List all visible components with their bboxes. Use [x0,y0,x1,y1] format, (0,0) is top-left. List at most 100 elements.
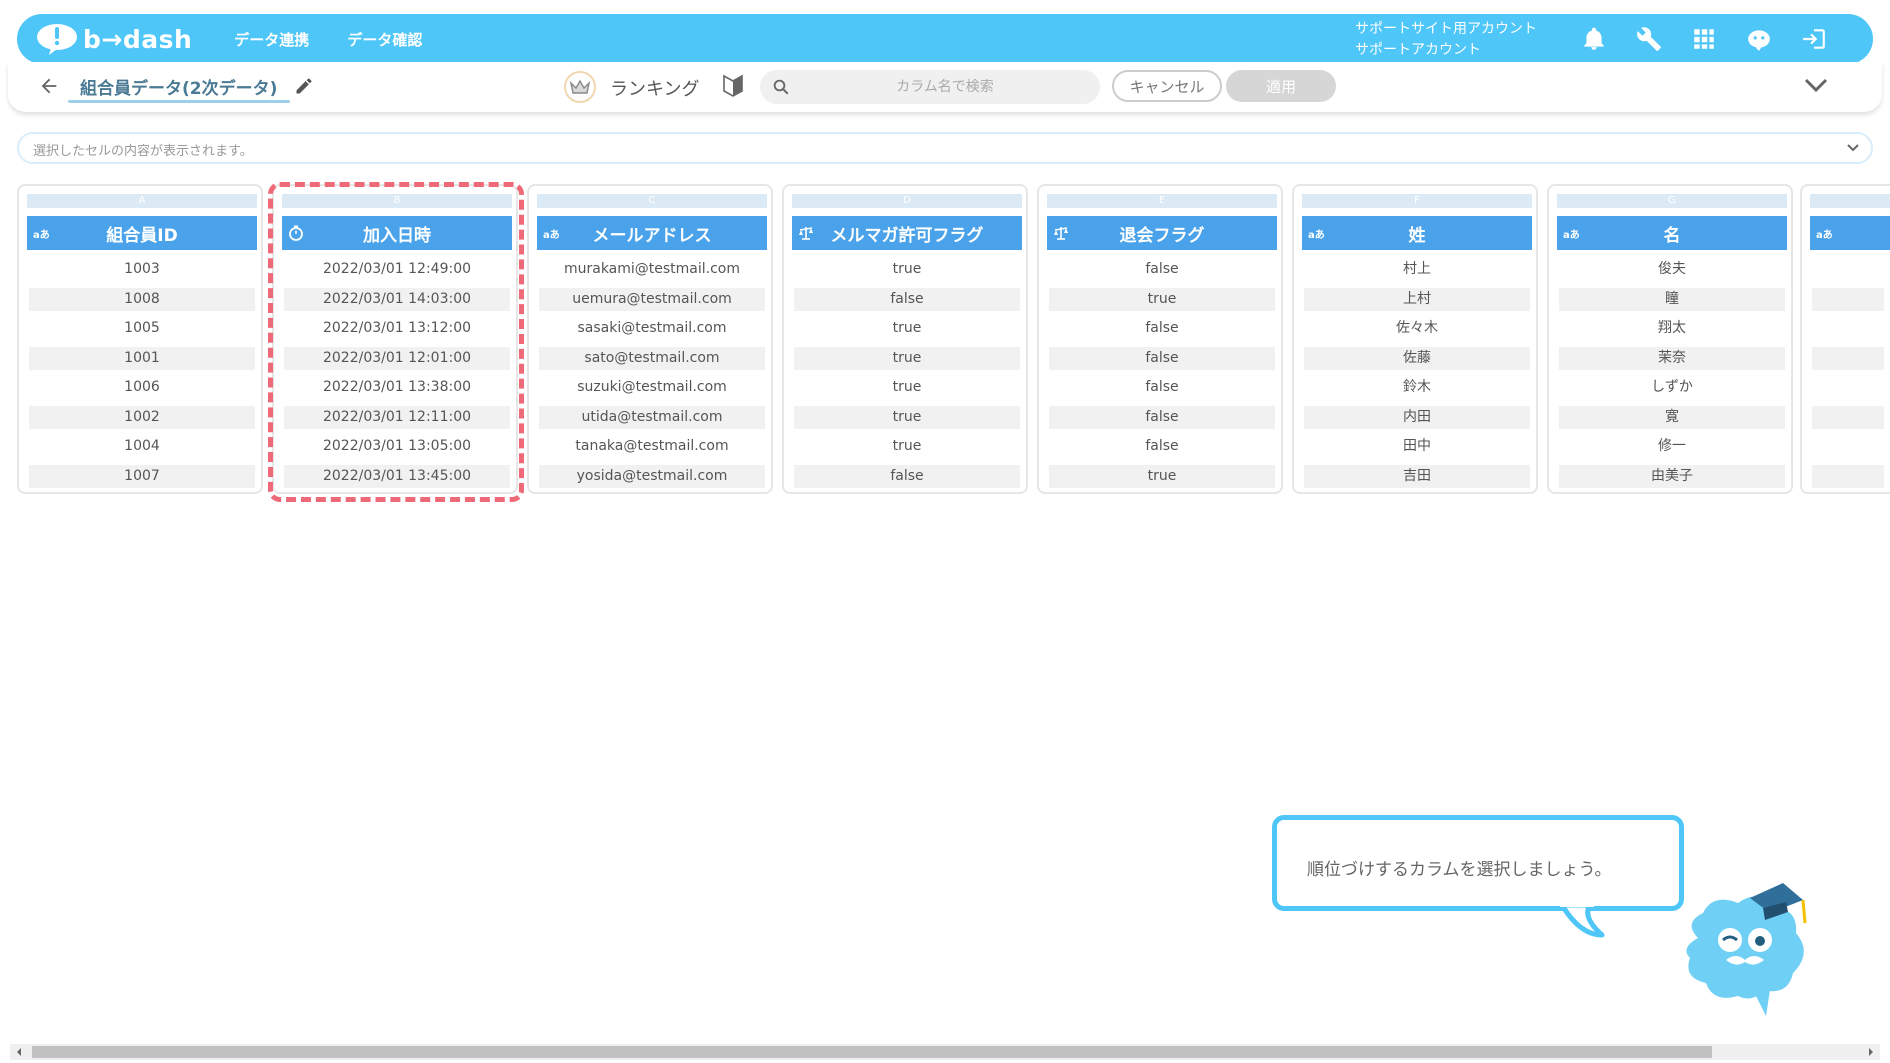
table-cell[interactable]: 俊夫 [1559,258,1785,281]
table-cell[interactable]: uemura@testmail.com [539,287,765,311]
table-cell[interactable]: 1001 [29,346,255,370]
column-card[interactable]: D メルマガ許可フラグ true false true true true true true f… [782,184,1028,494]
table-cell[interactable]: sato@testmail.com [539,346,765,370]
table-cell[interactable]: 由美子 [1559,464,1785,488]
table-cell[interactable]: 1003 [29,258,255,281]
scrollbar-thumb[interactable] [32,1046,1712,1058]
column-header[interactable]: aあ [1810,216,1890,250]
table-cell[interactable]: false [1049,317,1275,340]
table-cell[interactable]: false [794,464,1020,488]
column-header[interactable]: aあ メールアドレス [537,216,767,250]
table-cell[interactable]: false [1049,258,1275,281]
column-header[interactable]: 退会フラグ [1047,216,1277,250]
table-cell[interactable]: 翔太 [1559,317,1785,340]
dataset-name[interactable]: 組合員データ(2次データ) [80,74,277,99]
table-cell[interactable]: 佐々木 [1304,317,1530,340]
table-cell[interactable]: yosida@testmail.com [539,464,765,488]
column-letter: C [537,194,767,208]
scroll-right-arrow-icon[interactable] [1866,1047,1876,1057]
table-cell[interactable]: true [794,346,1020,370]
table-cell[interactable]: false [1049,346,1275,370]
table-cell[interactable]: 村上 [1304,258,1530,281]
table-cell[interactable]: 修一 [1559,435,1785,458]
column-card[interactable]: E 退会フラグ false true false false false false false… [1037,184,1283,494]
table-cell[interactable]: 2022/03/01 12:01:00 [284,346,510,370]
table-cell[interactable]: 茉奈 [1559,346,1785,370]
table-cell[interactable]: murakami@testmail.com [539,258,765,281]
table-cell[interactable]: sasaki@testmail.com [539,317,765,340]
wrench-icon[interactable] [1634,24,1664,54]
table-cell[interactable]: utida@testmail.com [539,405,765,429]
search-input[interactable] [800,70,1090,104]
table-cell[interactable]: 吉田 [1304,464,1530,488]
nav-data-check[interactable]: データ確認 [347,29,422,50]
table-cell[interactable]: 2022/03/01 13:45:00 [284,464,510,488]
column-card[interactable]: Gaあ 名俊夫瞳翔太 茉奈 しずか寛修一 由美子 [1547,184,1793,494]
column-card[interactable]: Caあ メールアドレス murakami@testmail.com uemura@te… [527,184,773,494]
logout-icon[interactable] [1799,24,1829,54]
column-card[interactable]: Faあ 姓村上 上村 佐々木 佐藤 鈴木 内田 田中 吉田 [1292,184,1538,494]
table-cell[interactable]: 鈴木 [1304,376,1530,399]
nav-data-integration[interactable]: データ連携 [234,29,309,50]
table-cell[interactable]: 瞳 [1559,287,1785,311]
table-cell[interactable]: true [794,405,1020,429]
table-cell[interactable]: 2022/03/01 14:03:00 [284,287,510,311]
table-cell[interactable]: true [1049,464,1275,488]
column-header[interactable]: aあ 姓 [1302,216,1532,250]
beginner-mark-icon[interactable] [722,74,744,98]
edit-pencil-icon[interactable] [294,76,314,96]
column-header[interactable]: aあ 組合員ID [27,216,257,250]
column-card[interactable]: Aaあ 組合員ID 1003 1008 1005 1001 1006 1002 1004 1007 [17,184,263,494]
mascot-icon[interactable] [1744,24,1774,54]
table-cell[interactable]: false [794,287,1020,311]
table-cell[interactable]: false [1049,405,1275,429]
table-cell[interactable]: 2022/03/01 13:38:00 [284,376,510,399]
table-cell[interactable]: 2022/03/01 12:49:00 [284,258,510,281]
account-info[interactable]: サポートサイト用アカウント サポートアカウント [1355,19,1537,61]
table-cell[interactable]: 寛 [1559,405,1785,429]
dataset-toolbar: 組合員データ(2次データ) ランキング キャンセル 適用 [8,62,1882,112]
table-cell[interactable]: 佐藤 [1304,346,1530,370]
table-cell[interactable]: 2022/03/01 13:05:00 [284,435,510,458]
chevron-down-icon[interactable] [1845,141,1861,155]
column-header[interactable]: aあ 名 [1557,216,1787,250]
table-cell[interactable]: 1006 [29,376,255,399]
back-arrow-icon[interactable] [38,75,60,97]
horizontal-scrollbar[interactable] [10,1044,1880,1060]
brand-logo[interactable]: b→dash [35,22,192,56]
cancel-button[interactable]: キャンセル [1112,70,1222,102]
column-card[interactable]: B 加入日時 2022/03/01 12:49:00 2022/03/01 14:03… [272,184,518,494]
table-cell[interactable]: false [1049,435,1275,458]
apps-grid-icon[interactable] [1689,24,1719,54]
table-cell[interactable]: 1005 [29,317,255,340]
column-letter: A [27,194,257,208]
column-letter: B [282,194,512,208]
cell-content-bar[interactable]: 選択したセルの内容が表示されます。 [17,132,1873,164]
table-cell[interactable]: 上村 [1304,287,1530,311]
bell-icon[interactable] [1579,24,1609,54]
table-cell[interactable]: しずか [1559,376,1785,399]
table-cell[interactable]: true [794,376,1020,399]
column-card-partial[interactable]: aあ [1800,184,1890,494]
table-cell[interactable]: true [794,435,1020,458]
table-cell[interactable]: true [794,258,1020,281]
table-cell[interactable]: 1004 [29,435,255,458]
table-cell[interactable]: true [1049,287,1275,311]
table-cell[interactable]: 田中 [1304,435,1530,458]
table-cell[interactable]: 1008 [29,287,255,311]
apply-button[interactable]: 適用 [1226,70,1336,102]
table-cell[interactable]: 1007 [29,464,255,488]
column-header[interactable]: 加入日時 [282,216,512,250]
table-cell[interactable]: tanaka@testmail.com [539,435,765,458]
table-cell[interactable]: 2022/03/01 13:12:00 [284,317,510,340]
table-cell[interactable]: true [794,317,1020,340]
scale-flag-icon [1054,227,1068,240]
scroll-left-arrow-icon[interactable] [14,1047,24,1057]
table-cell[interactable]: false [1049,376,1275,399]
column-header[interactable]: メルマガ許可フラグ [792,216,1022,250]
chevron-down-icon[interactable] [1803,74,1829,96]
table-cell[interactable]: suzuki@testmail.com [539,376,765,399]
table-cell[interactable]: 2022/03/01 12:11:00 [284,405,510,429]
table-cell[interactable]: 内田 [1304,405,1530,429]
table-cell[interactable]: 1002 [29,405,255,429]
